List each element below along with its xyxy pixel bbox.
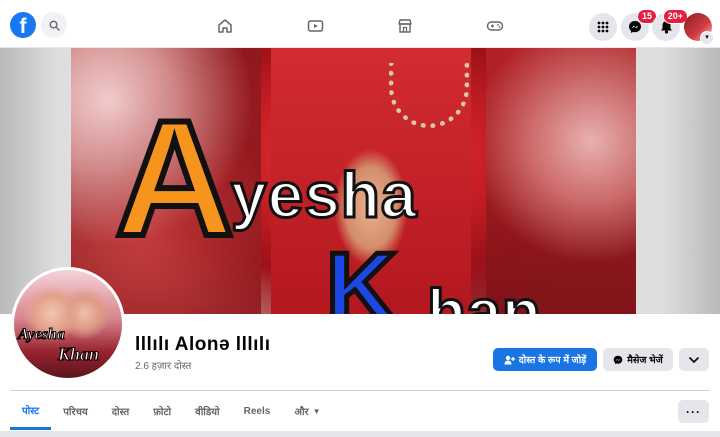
- tab-videos[interactable]: वीडियो: [183, 392, 231, 430]
- menu-button[interactable]: [589, 13, 617, 41]
- cover-background-right: [486, 48, 636, 314]
- page-background-strip: [0, 431, 720, 437]
- home-icon: [218, 19, 232, 33]
- profile-picture-text-line2: Khan: [57, 344, 100, 365]
- video-nav-button[interactable]: [305, 16, 325, 36]
- tab-more-label: और: [294, 407, 309, 418]
- video-icon: [307, 20, 323, 32]
- gaming-nav-button[interactable]: [485, 16, 505, 36]
- tab-about[interactable]: परिचय: [51, 392, 100, 430]
- grid-menu-icon: [597, 21, 609, 33]
- message-button[interactable]: मैसेज भेजें: [603, 348, 673, 371]
- messenger-icon: [613, 355, 623, 364]
- profile-tabs: पोस्ट परिचय दोस्त फ़ोटो वीडियो Reels और …: [10, 392, 333, 430]
- notifications-button[interactable]: 20+: [652, 9, 688, 41]
- profile-options-dropdown[interactable]: [679, 348, 709, 371]
- marketplace-icon: [398, 19, 412, 33]
- cover-photo[interactable]: A yesha K han: [71, 48, 636, 314]
- cover-text-han: han: [426, 276, 543, 315]
- friend-count[interactable]: 2.6 हज़ार दोस्त: [135, 358, 191, 372]
- more-options-button[interactable]: ···: [678, 400, 709, 423]
- tab-posts[interactable]: पोस्ट: [10, 392, 52, 430]
- caret-down-icon: ▼: [312, 406, 321, 416]
- home-nav-button[interactable]: [215, 16, 235, 36]
- add-friend-icon: [504, 355, 515, 364]
- search-button[interactable]: [41, 12, 67, 38]
- add-friend-button[interactable]: दोस्त के रूप में जोड़ें: [493, 348, 597, 371]
- chevron-down-icon[interactable]: ▾: [700, 31, 714, 45]
- tab-reels[interactable]: Reels: [232, 392, 283, 430]
- tab-photos[interactable]: फ़ोटो: [141, 392, 183, 430]
- tab-friends[interactable]: दोस्त: [100, 392, 142, 430]
- cover-text-a: A: [112, 86, 237, 270]
- tab-more[interactable]: और ▼: [282, 392, 332, 430]
- cover-photo-area: A yesha K han: [0, 48, 720, 314]
- facebook-logo-icon[interactable]: f: [10, 12, 36, 38]
- message-label: मैसेज भेजें: [627, 355, 663, 366]
- header-divider: [10, 390, 710, 391]
- messenger-button[interactable]: 15: [621, 9, 657, 41]
- marketplace-nav-button[interactable]: [395, 16, 415, 36]
- add-friend-label: दोस्त के रूप में जोड़ें: [518, 355, 587, 366]
- profile-picture[interactable]: Ayesha Khan: [11, 267, 125, 381]
- chevron-down-icon: [689, 356, 699, 363]
- profile-picture-text-line1: Ayesha: [18, 326, 66, 344]
- top-navigation-bar: f 15 20+ ▾: [0, 0, 720, 48]
- cover-text-yesha: yesha: [229, 159, 418, 232]
- profile-name: lllılı Alonə lllılı: [135, 334, 271, 355]
- search-icon: [49, 20, 60, 31]
- ellipsis-icon: ···: [686, 404, 701, 419]
- cover-text-k: K: [324, 232, 400, 315]
- profile-picture-image: Ayesha Khan: [14, 270, 122, 378]
- gaming-controller-icon: [486, 21, 504, 31]
